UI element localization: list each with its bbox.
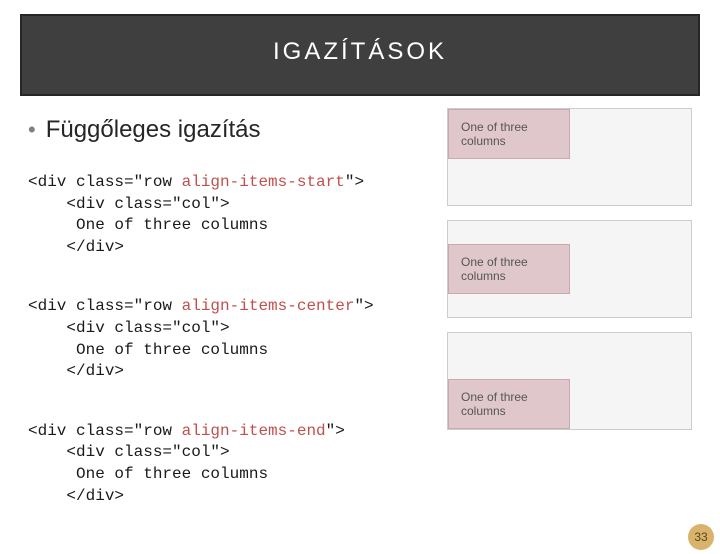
code-text: One of three columns [28,465,268,483]
code-text: "> [354,297,373,315]
code-highlight: align-items-center [182,297,355,315]
code-text: <div class="row [28,422,182,440]
code-text: </div> [28,238,124,256]
code-text: <div class="row [28,173,182,191]
code-text: </div> [28,487,124,505]
demo-row-end: One of three columns [447,332,692,430]
demo-col: One of three columns [448,379,570,429]
code-highlight: align-items-end [182,422,326,440]
demo-col-label: One of three columns [461,120,528,148]
code-text: One of three columns [28,341,268,359]
demo-col: One of three columns [448,244,570,294]
demo-panels: One of three columns One of three column… [447,108,692,430]
slide-title: IGAZÍTÁSOK [273,38,447,65]
code-block-end: <div class="row align-items-end"> <div c… [28,421,692,507]
code-text: <div class="row [28,297,182,315]
demo-row-center: One of three columns [447,220,692,318]
demo-col: One of three columns [448,109,570,159]
demo-row-start: One of three columns [447,108,692,206]
demo-col-label: One of three columns [461,255,528,283]
code-highlight: align-items-start [182,173,345,191]
code-text: "> [326,422,345,440]
code-text: "> [345,173,364,191]
code-text: <div class="col"> [28,443,230,461]
content-area: • Függőleges igazítás <div class="row al… [28,116,692,507]
bullet-dot-icon: • [28,119,36,141]
code-text: One of three columns [28,216,268,234]
demo-col-label: One of three columns [461,390,528,418]
page-number-text: 33 [694,530,707,544]
code-text: <div class="col"> [28,195,230,213]
bullet-text: Függőleges igazítás [46,116,261,144]
code-text: <div class="col"> [28,319,230,337]
slide-title-box: IGAZÍTÁSOK [20,14,700,96]
page-number: 33 [688,524,714,550]
code-text: </div> [28,362,124,380]
